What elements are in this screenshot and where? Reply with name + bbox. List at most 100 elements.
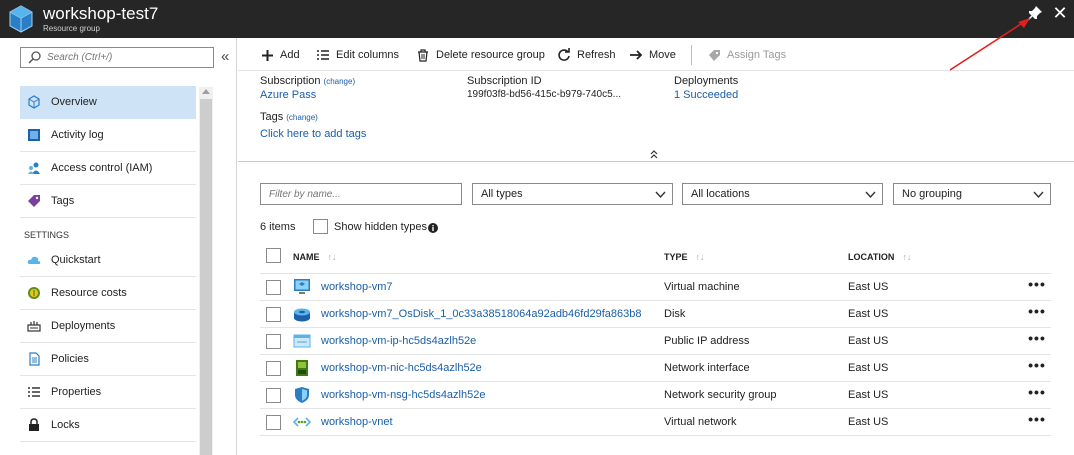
table-row[interactable]: workshop-vm-nsg-hc5ds4azlh52e Network se… <box>260 382 1051 409</box>
subscription-id-value: 199f03f8-bd56-415c-b979-740c5... <box>467 89 622 100</box>
row-checkbox[interactable] <box>266 307 281 322</box>
info-icon[interactable] <box>428 223 438 233</box>
list-icon <box>27 385 41 399</box>
more-options-button[interactable]: ••• <box>1026 412 1048 432</box>
move-button[interactable]: Move <box>629 45 676 65</box>
sidebar-item-deployments[interactable]: Deployments <box>20 310 196 343</box>
columns-list-icon <box>316 48 330 62</box>
sidebar-scrollbar[interactable] <box>199 87 213 455</box>
resource-type: Virtual network <box>664 416 737 428</box>
window-subtitle: Resource group <box>43 24 100 33</box>
window-title: workshop-test7 <box>43 4 159 23</box>
table-row[interactable]: workshop-vm7 Virtual machine East US ••• <box>260 274 1051 301</box>
tags-label: Tags (change) <box>260 111 318 123</box>
refresh-button[interactable]: Refresh <box>557 45 616 65</box>
row-checkbox[interactable] <box>266 361 281 376</box>
activity-log-icon <box>27 128 41 142</box>
virtual-machine-icon <box>294 279 310 294</box>
table-row[interactable]: workshop-vm7_OsDisk_1_0c33a38518064a92ad… <box>260 301 1051 328</box>
resource-name-link[interactable]: workshop-vm7_OsDisk_1_0c33a38518064a92ad… <box>321 308 641 320</box>
deployments-label: Deployments <box>674 75 739 87</box>
tags-change-link[interactable]: (change) <box>286 113 318 122</box>
select-all-checkbox[interactable] <box>266 248 281 263</box>
table-row[interactable]: workshop-vm-nic-hc5ds4azlh52e Network in… <box>260 355 1051 382</box>
column-header-location[interactable]: LOCATION ↑↓ <box>848 252 911 262</box>
sidebar-item-label: Access control (IAM) <box>51 162 153 174</box>
sidebar-item-access-control[interactable]: Access control (IAM) <box>20 152 196 185</box>
sidebar-item-quickstart[interactable]: Quickstart <box>20 244 196 277</box>
types-dropdown[interactable]: All types <box>472 183 673 205</box>
table-row[interactable]: workshop-vnet Virtual network East US ••… <box>260 409 1051 436</box>
sidebar-item-policies[interactable]: Policies <box>20 343 196 376</box>
search-input[interactable] <box>47 50 207 65</box>
filter-by-name-box[interactable] <box>260 183 462 205</box>
overview-icon <box>27 95 41 109</box>
more-options-button[interactable]: ••• <box>1026 385 1048 405</box>
row-checkbox[interactable] <box>266 334 281 349</box>
refresh-icon <box>557 48 571 62</box>
toolbar-divider <box>691 45 692 65</box>
row-checkbox[interactable] <box>266 415 281 430</box>
more-options-button[interactable]: ••• <box>1026 277 1048 297</box>
row-checkbox[interactable] <box>266 388 281 403</box>
edit-columns-button[interactable]: Edit columns <box>316 45 399 65</box>
resource-name-link[interactable]: workshop-vm-nic-hc5ds4azlh52e <box>321 362 482 374</box>
sidebar-item-overview[interactable]: Overview <box>20 86 196 119</box>
main-content: Add Edit columns Delete resource group R… <box>238 38 1074 455</box>
subscription-value-link[interactable]: Azure Pass <box>260 89 316 101</box>
filter-by-name-input[interactable] <box>261 184 461 204</box>
close-icon[interactable]: ✕ <box>1050 3 1070 23</box>
sidebar-item-properties[interactable]: Properties <box>20 376 196 409</box>
resource-location: East US <box>848 308 889 320</box>
more-options-button[interactable]: ••• <box>1026 331 1048 351</box>
types-dropdown-value: All types <box>481 188 523 200</box>
more-options-button[interactable]: ••• <box>1026 358 1048 378</box>
sidebar-item-label: Quickstart <box>51 254 101 266</box>
row-checkbox[interactable] <box>266 280 281 295</box>
scroll-up-arrow-icon[interactable] <box>202 89 210 94</box>
resource-type: Network interface <box>664 362 750 374</box>
chevron-down-icon <box>655 191 666 199</box>
pin-icon[interactable] <box>1026 4 1044 22</box>
lock-icon <box>27 418 41 432</box>
show-hidden-types-checkbox[interactable] <box>313 219 328 234</box>
delete-resource-group-button[interactable]: Delete resource group <box>416 45 545 65</box>
add-button[interactable]: Add <box>260 45 300 65</box>
item-count: 6 items <box>260 221 296 233</box>
trash-icon <box>416 48 430 62</box>
add-tags-link[interactable]: Click here to add tags <box>260 128 366 140</box>
scrollbar-thumb[interactable] <box>200 99 212 455</box>
resource-name-link[interactable]: workshop-vm7 <box>321 281 393 293</box>
deployments-value-link[interactable]: 1 Succeeded <box>674 89 738 101</box>
sidebar-item-resource-costs[interactable]: Resource costs <box>20 277 196 310</box>
sidebar-item-tags[interactable]: Tags <box>20 185 196 218</box>
collapse-sidebar-button[interactable]: « <box>221 48 233 66</box>
resource-name-link[interactable]: workshop-vnet <box>321 416 393 428</box>
show-hidden-types-label[interactable]: Show hidden types <box>334 221 427 233</box>
grouping-dropdown[interactable]: No grouping <box>893 183 1051 205</box>
resource-name-link[interactable]: workshop-vm-nsg-hc5ds4azlh52e <box>321 389 485 401</box>
assign-tags-button[interactable]: Assign Tags <box>707 45 786 65</box>
subscription-label-text: Subscription <box>260 75 321 87</box>
command-toolbar: Add Edit columns Delete resource group R… <box>238 38 1074 71</box>
resource-name-link[interactable]: workshop-vm-ip-hc5ds4azlh52e <box>321 335 476 347</box>
resource-type: Public IP address <box>664 335 750 347</box>
sidebar-item-locks[interactable]: Locks <box>20 409 196 442</box>
search-icon <box>28 51 41 64</box>
tag-icon <box>707 48 721 62</box>
collapse-essentials-chevron-icon[interactable] <box>648 148 660 160</box>
disk-icon <box>294 308 310 322</box>
resource-group-cube-icon <box>9 5 33 33</box>
locations-dropdown[interactable]: All locations <box>682 183 883 205</box>
policy-document-icon <box>27 352 41 366</box>
add-button-label: Add <box>280 49 300 61</box>
column-header-type[interactable]: TYPE ↑↓ <box>664 252 705 262</box>
column-header-location-label: LOCATION <box>848 252 895 262</box>
sidebar-item-activity-log[interactable]: Activity log <box>20 119 196 152</box>
subscription-change-link[interactable]: (change) <box>324 77 356 86</box>
table-row[interactable]: workshop-vm-ip-hc5ds4azlh52e Public IP a… <box>260 328 1051 355</box>
search-box[interactable] <box>20 47 214 68</box>
more-options-button[interactable]: ••• <box>1026 304 1048 324</box>
edit-columns-label: Edit columns <box>336 49 399 61</box>
column-header-name[interactable]: NAME ↑↓ <box>293 252 337 262</box>
